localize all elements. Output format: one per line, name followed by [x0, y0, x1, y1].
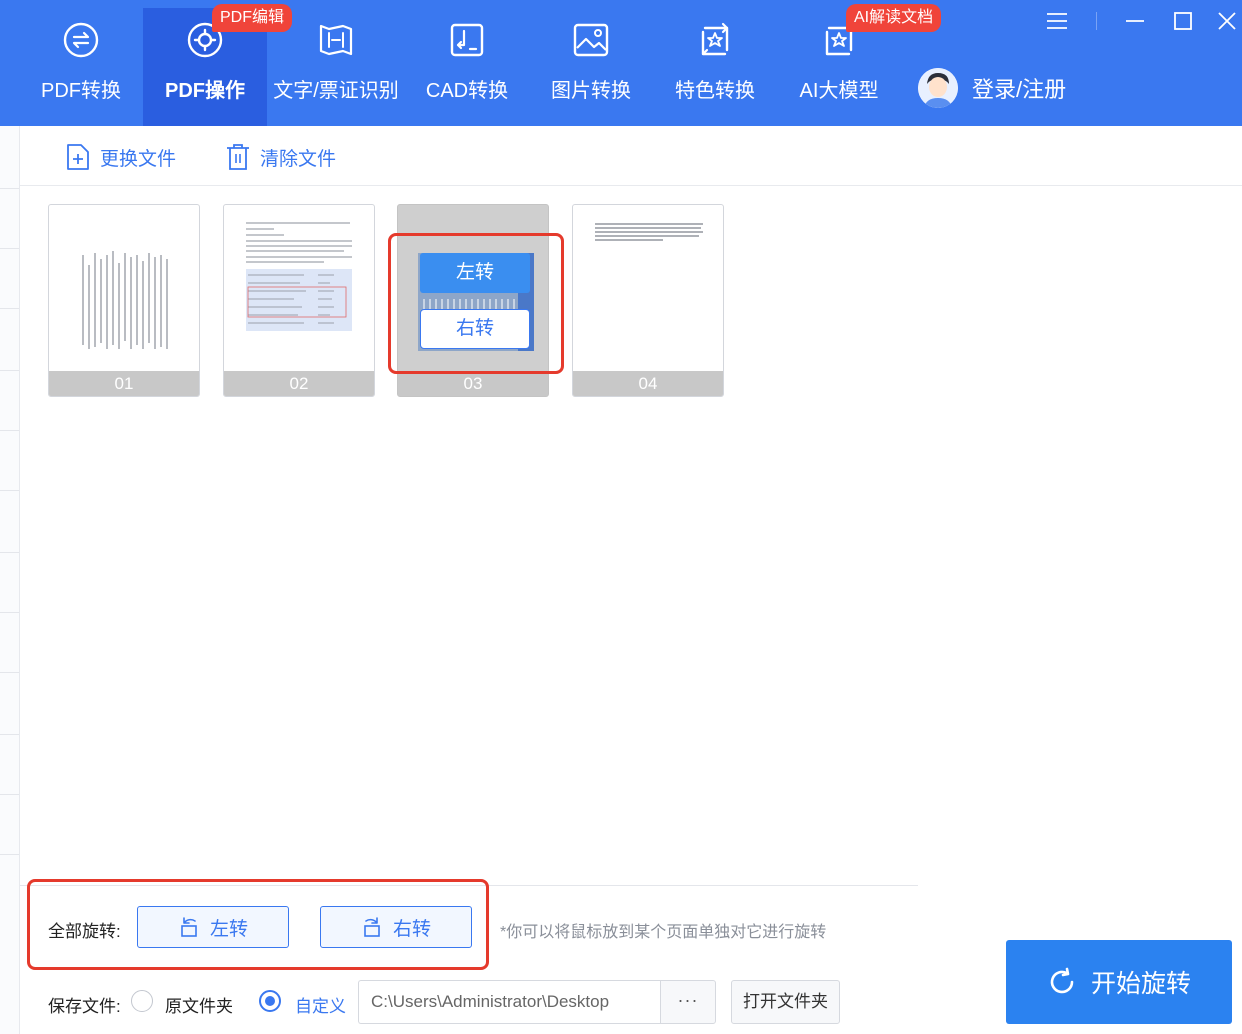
clear-file-button[interactable]: 清除文件	[226, 142, 336, 172]
start-rotate-button[interactable]: 开始旋转	[1006, 940, 1232, 1024]
nav-pdf-operate-label: PDF操作	[165, 80, 245, 102]
open-folder-button[interactable]: 打开文件夹	[731, 980, 840, 1024]
original-folder-label: 原文件夹	[165, 997, 233, 1016]
page-thumbnail[interactable]: 04	[572, 204, 724, 397]
rotate-all-highlight-box	[27, 879, 489, 970]
nav-cad-convert-label: CAD转换	[425, 80, 509, 102]
rotate-hint-text: *你可以将鼠标放到某个页面单独对它进行旋转	[500, 924, 827, 941]
nav-ai-model-label: AI大模型	[799, 80, 879, 102]
top-nav-bar: PDF转换 PDF操作 PDF编辑 文字/票证识别 CAD转换 图片转换 特色转…	[0, 0, 1242, 126]
user-avatar-icon	[918, 68, 958, 108]
page-number: 04	[573, 371, 723, 396]
custom-folder-label: 自定义	[295, 997, 346, 1016]
cad-convert-icon	[450, 23, 484, 57]
page-thumbnail[interactable]: 01	[48, 204, 200, 397]
avatar	[918, 68, 958, 108]
clear-file-label: 清除文件	[260, 148, 337, 170]
replace-file-label: 更换文件	[100, 148, 177, 170]
close-icon[interactable]	[1214, 8, 1240, 34]
page-preview	[595, 223, 703, 241]
browse-path-button[interactable]: ···	[660, 980, 716, 1024]
feature-convert-icon	[701, 22, 729, 56]
maximize-icon[interactable]	[1170, 8, 1196, 34]
start-rotate-label: 开始旋转	[1090, 970, 1191, 998]
nav-image-convert[interactable]: 图片转换	[529, 8, 653, 126]
ocr-scan-icon	[319, 24, 353, 56]
page-preview	[82, 251, 168, 349]
page-number: 03	[398, 371, 548, 396]
pdf-convert-icon	[63, 22, 99, 58]
nav-pdf-convert[interactable]: PDF转换	[19, 8, 143, 126]
image-convert-icon	[573, 23, 609, 57]
replace-file-button[interactable]: 更换文件	[66, 142, 176, 172]
page-thumbnail[interactable]: 02	[223, 204, 375, 397]
refresh-icon	[1050, 967, 1074, 994]
ai-read-doc-badge: AI解读文档	[846, 4, 942, 32]
minimize-icon[interactable]	[1122, 8, 1148, 34]
save-file-label: 保存文件:	[48, 997, 121, 1016]
login-button[interactable]: 登录/注册	[918, 66, 1066, 110]
trash-icon	[227, 144, 249, 170]
nav-image-convert-label: 图片转换	[551, 80, 631, 102]
save-path-input[interactable]	[358, 980, 662, 1024]
nav-ocr[interactable]: 文字/票证识别	[273, 8, 399, 126]
menu-icon[interactable]	[1044, 8, 1070, 34]
radio-custom-folder[interactable]	[259, 990, 281, 1012]
login-label: 登录/注册	[972, 77, 1067, 102]
left-sidebar-edge	[0, 126, 20, 1034]
nav-feature-convert[interactable]: 特色转换	[653, 8, 777, 126]
add-file-icon	[67, 144, 89, 170]
page-number: 02	[224, 371, 374, 396]
page-preview	[246, 222, 352, 331]
window-control-separator	[1096, 12, 1097, 30]
nav-cad-convert[interactable]: CAD转换	[405, 8, 529, 126]
page-rotate-highlight-box	[388, 233, 564, 374]
nav-feature-convert-label: 特色转换	[675, 80, 755, 102]
radio-original-folder[interactable]	[131, 990, 153, 1012]
page-number: 01	[49, 371, 199, 396]
nav-pdf-convert-label: PDF转换	[41, 80, 121, 102]
nav-ocr-label: 文字/票证识别	[273, 80, 399, 102]
file-toolbar: 更换文件 清除文件	[20, 126, 1242, 186]
